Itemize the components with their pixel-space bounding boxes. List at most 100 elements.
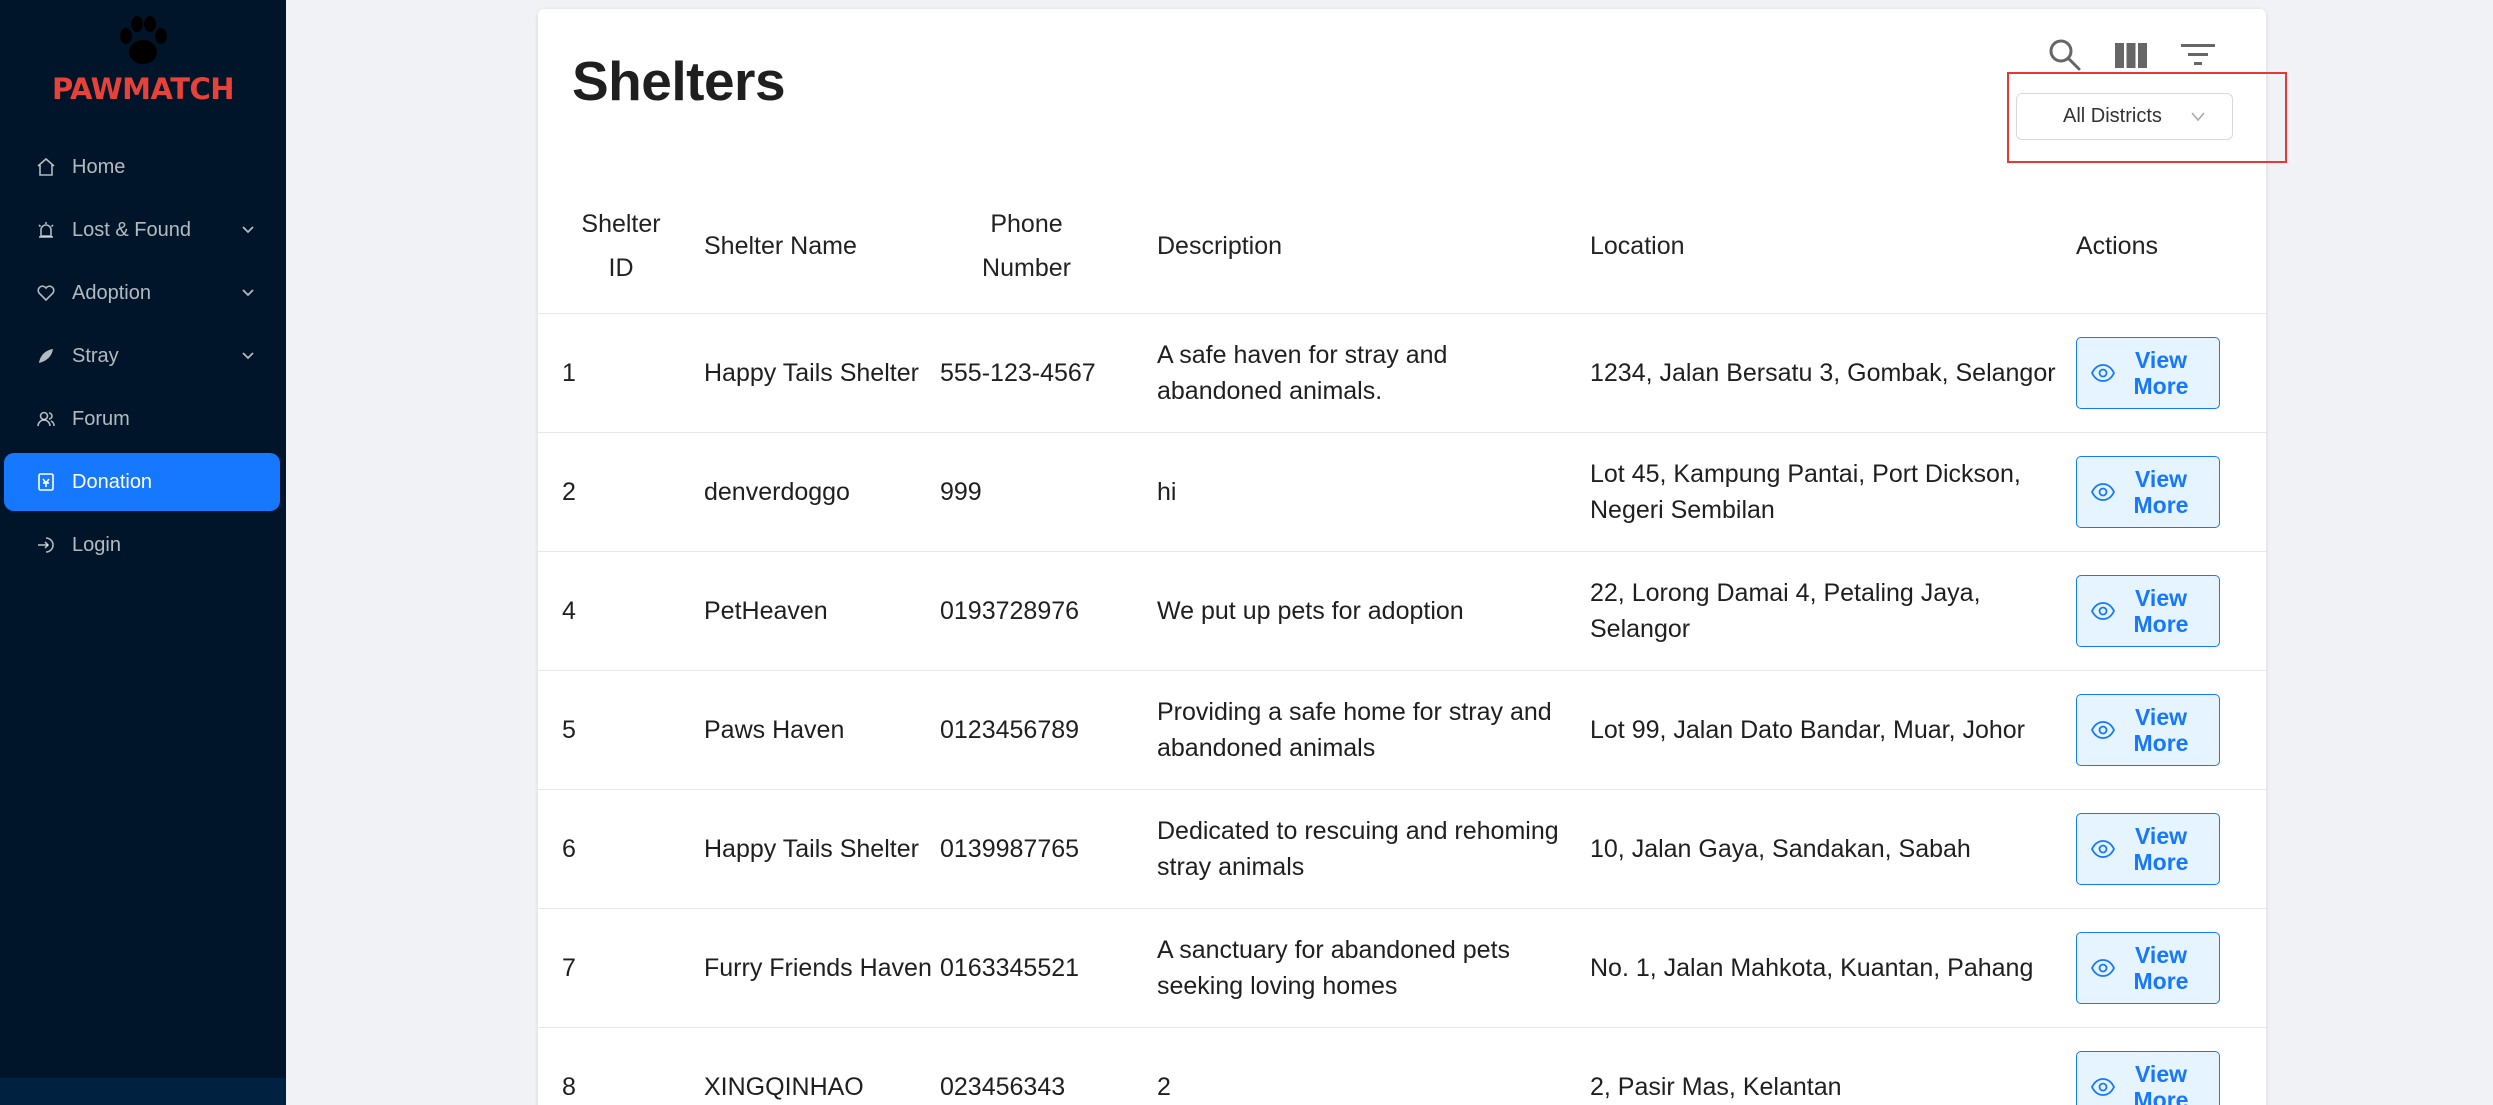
sidebar-item-label: Lost & Found (72, 218, 191, 241)
cell-location: 1234, Jalan Bersatu 3, Gombak, Selangor (1590, 313, 2076, 433)
cell-actions: View More (2076, 908, 2266, 1028)
table-row: 7 Furry Friends Haven 0163345521 A sanct… (538, 908, 2266, 1028)
cell-shelter-id: 7 (538, 908, 704, 1028)
cell-phone: 023456343 (940, 1027, 1157, 1105)
eye-icon (2091, 839, 2115, 858)
cell-shelter-id: 4 (538, 551, 704, 671)
eye-icon (2091, 482, 2115, 501)
cell-shelter-name: Paws Haven (704, 670, 940, 790)
cell-actions: View More (2076, 789, 2266, 909)
col-header-phone-number[interactable]: Phone Number (940, 179, 1157, 314)
header-label: ID (608, 253, 634, 282)
view-more-label: View More (2133, 1060, 2189, 1105)
table-row: 4 PetHeaven 0193728976 We put up pets fo… (538, 551, 2266, 671)
eye-icon (2091, 958, 2115, 977)
sidebar-item-label: Forum (72, 407, 130, 430)
filter-icon[interactable] (2178, 35, 2218, 75)
sidebar-collapse-bar[interactable] (0, 1078, 286, 1105)
leaf-icon (36, 346, 56, 366)
sidebar: PAWMATCH Home Lost & Found Adoption Stra… (0, 0, 286, 1105)
sidebar-item-adoption[interactable]: Adoption (0, 264, 286, 322)
donation-icon (36, 472, 56, 492)
sidebar-item-home[interactable]: Home (0, 138, 286, 196)
sidebar-item-label: Home (72, 155, 126, 178)
cell-phone: 0163345521 (940, 908, 1157, 1028)
header-label: Number (982, 253, 1071, 282)
sidebar-item-stray[interactable]: Stray (0, 327, 286, 385)
shelters-card: Shelters All Districts Shelter ID Shelter… (538, 9, 2266, 1105)
cell-actions: View More (2076, 432, 2266, 552)
cell-shelter-name: Furry Friends Haven (704, 908, 940, 1028)
home-icon (36, 157, 56, 177)
cell-location: Lot 45, Kampung Pantai, Port Dickson, Ne… (1590, 432, 2076, 552)
cell-shelter-name: Happy Tails Shelter (704, 789, 940, 909)
search-icon[interactable] (2045, 35, 2085, 75)
table-header-row: Shelter ID Shelter Name Phone Number Descr… (538, 179, 2266, 314)
view-more-button[interactable]: View More (2076, 1050, 2220, 1105)
view-more-button[interactable]: View More (2076, 812, 2220, 885)
cell-shelter-id: 1 (538, 313, 704, 433)
shelters-table: Shelter ID Shelter Name Phone Number Descr… (538, 179, 2266, 1105)
header-label: Shelter (581, 209, 661, 238)
sidebar-item-forum[interactable]: Forum (0, 390, 286, 448)
header-label: Phone (990, 209, 1063, 238)
cell-location: 2, Pasir Mas, Kelantan (1590, 1027, 2076, 1105)
cell-actions: View More (2076, 313, 2266, 433)
app-logo[interactable]: PAWMATCH (0, 14, 286, 114)
table-row: 1 Happy Tails Shelter 555-123-4567 A saf… (538, 313, 2266, 433)
login-icon (36, 535, 56, 555)
cell-location: Lot 99, Jalan Dato Bandar, Muar, Johor (1590, 670, 2076, 790)
view-more-button[interactable]: View More (2076, 336, 2220, 409)
view-more-label: View More (2133, 822, 2189, 875)
eye-icon (2091, 601, 2115, 620)
eye-icon (2091, 363, 2115, 382)
page-title: Shelters (572, 50, 786, 112)
sidebar-item-lost-found[interactable]: Lost & Found (0, 201, 286, 259)
sidebar-item-label: Donation (72, 470, 153, 493)
chevron-down-icon (2191, 112, 2205, 122)
table-row: 6 Happy Tails Shelter 0139987765 Dedicat… (538, 789, 2266, 909)
col-header-actions: Actions (2076, 179, 2266, 314)
view-more-button[interactable]: View More (2076, 574, 2220, 647)
users-icon (36, 409, 56, 429)
cell-location: No. 1, Jalan Mahkota, Kuantan, Pahang (1590, 908, 2076, 1028)
cell-phone: 0139987765 (940, 789, 1157, 909)
col-header-location[interactable]: Location (1590, 179, 2076, 314)
sidebar-item-label: Adoption (72, 281, 151, 304)
cell-phone: 0123456789 (940, 670, 1157, 790)
sidebar-item-donation[interactable]: Donation (4, 453, 280, 511)
sidebar-item-label: Login (72, 533, 121, 556)
col-header-shelter-name[interactable]: Shelter Name (704, 179, 940, 314)
alarm-icon (36, 220, 56, 240)
col-header-shelter-id[interactable]: Shelter ID (538, 179, 704, 314)
cell-shelter-name: denverdoggo (704, 432, 940, 552)
view-more-label: View More (2133, 465, 2189, 518)
table-row: 2 denverdoggo 999 hi Lot 45, Kampung Pan… (538, 432, 2266, 552)
sidebar-item-label: Stray (72, 344, 119, 367)
cell-description: 2 (1157, 1027, 1590, 1105)
view-more-button[interactable]: View More (2076, 931, 2220, 1004)
cell-description: hi (1157, 432, 1590, 552)
eye-icon (2091, 720, 2115, 739)
sidebar-item-login[interactable]: Login (0, 516, 286, 574)
eye-icon (2091, 1077, 2115, 1096)
cell-actions: View More (2076, 551, 2266, 671)
cell-description: A sanctuary for abandoned pets seeking l… (1157, 908, 1590, 1028)
cell-description: Dedicated to rescuing and rehoming stray… (1157, 789, 1590, 909)
cell-shelter-id: 6 (538, 789, 704, 909)
cell-shelter-id: 8 (538, 1027, 704, 1105)
cell-shelter-id: 2 (538, 432, 704, 552)
col-header-description[interactable]: Description (1157, 179, 1590, 314)
chevron-down-icon (242, 289, 254, 297)
cell-description: A safe haven for stray and abandoned ani… (1157, 313, 1590, 433)
view-more-button[interactable]: View More (2076, 693, 2220, 766)
cell-shelter-name: Happy Tails Shelter (704, 313, 940, 433)
paw-logo-icon (120, 16, 167, 64)
cell-phone: 555-123-4567 (940, 313, 1157, 433)
columns-icon[interactable] (2111, 35, 2151, 75)
table-row: 5 Paws Haven 0123456789 Providing a safe… (538, 670, 2266, 790)
district-select[interactable]: All Districts (2016, 93, 2233, 140)
app-logo-text: PAWMATCH (51, 72, 235, 106)
view-more-button[interactable]: View More (2076, 455, 2220, 528)
cell-actions: View More (2076, 670, 2266, 790)
